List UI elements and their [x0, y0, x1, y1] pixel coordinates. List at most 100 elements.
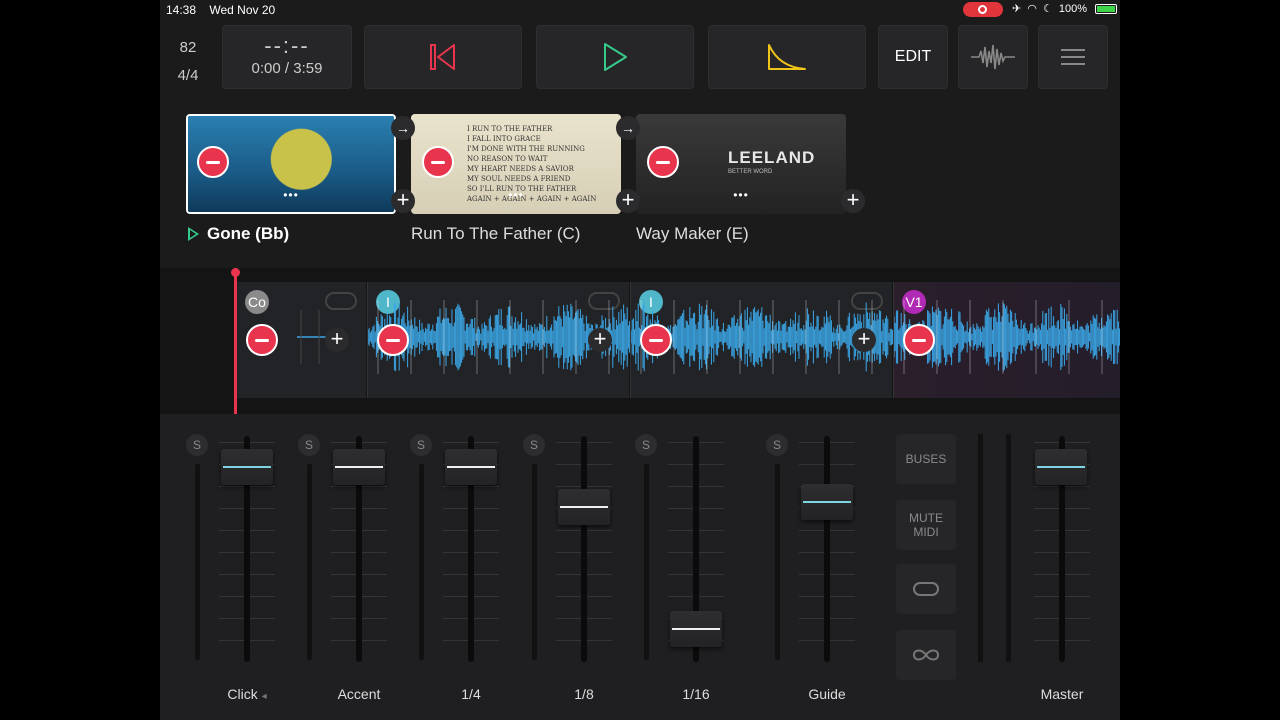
channel-arrow-icon[interactable]: ◂	[262, 691, 267, 702]
mute-midi-label: MUTE MIDI	[909, 511, 943, 539]
master-fader[interactable]	[1035, 449, 1087, 486]
edit-button[interactable]: EDIT	[878, 25, 948, 89]
status-time: 14:38	[166, 3, 197, 17]
add-song-button[interactable]: +	[841, 189, 865, 213]
remove-song-button[interactable]	[647, 146, 679, 178]
skip-back-icon	[430, 44, 455, 70]
mixer-channel: S Guide	[766, 414, 882, 720]
volume-fader[interactable]	[221, 449, 273, 486]
level-meter	[419, 464, 424, 660]
fade-out-button[interactable]	[708, 25, 866, 89]
channel-label: Accent	[337, 686, 381, 702]
level-meter	[644, 464, 649, 660]
level-meter	[307, 464, 312, 660]
add-song-button[interactable]: +	[616, 189, 640, 213]
more-options-icon[interactable]: •••	[726, 188, 756, 202]
master-label: Master	[1040, 686, 1084, 702]
fade-curve-icon	[768, 44, 806, 70]
remove-section-button[interactable]	[377, 324, 409, 356]
mixer-channel: S Click ◂	[186, 414, 302, 720]
status-bar: 14:38 Wed Nov 20 ✈ ◠ ☾ 100%	[160, 0, 1120, 18]
solo-button[interactable]: S	[410, 434, 432, 456]
screen-recording-icon	[963, 2, 1003, 17]
level-meter	[195, 464, 200, 660]
channel-label: Guide	[808, 686, 846, 702]
wifi-icon: ◠	[1027, 3, 1037, 15]
app-window: 14:38 Wed Nov 20 ✈ ◠ ☾ 100% 82 4/4 --:--…	[160, 0, 1120, 720]
buses-label: BUSES	[905, 452, 947, 466]
add-section-button[interactable]: +	[588, 328, 612, 352]
mixer-channel: S 1/4	[410, 414, 526, 720]
fader-track	[581, 436, 587, 662]
album-title-text: BETTER WORD	[728, 169, 773, 175]
airplane-icon: ✈	[1012, 3, 1022, 15]
volume-fader[interactable]	[445, 449, 497, 486]
status-icons: ✈ ◠ ☾ 100%	[1012, 2, 1120, 15]
remove-section-button[interactable]	[640, 324, 672, 356]
remove-section-button[interactable]	[246, 324, 278, 356]
solo-button[interactable]: S	[635, 434, 657, 456]
remove-song-button[interactable]	[422, 146, 454, 178]
song-title[interactable]: Way Maker (E)	[636, 224, 749, 244]
solo-button[interactable]: S	[523, 434, 545, 456]
song-title[interactable]: Gone (Bb)	[207, 224, 289, 244]
mixer-panel: S Click ◂ S Accent S 1/4 S 1/8 S 1/16 S Guide BUSES…	[160, 414, 1120, 720]
play-button[interactable]	[536, 25, 694, 89]
level-meter	[775, 464, 780, 660]
master-channel: Master	[1007, 414, 1117, 720]
mute-midi-button[interactable]: MUTE MIDI	[896, 500, 956, 550]
moon-icon: ☾	[1042, 3, 1053, 15]
mixer-channel: S 1/8	[523, 414, 639, 720]
volume-fader[interactable]	[801, 483, 853, 520]
more-options-icon[interactable]: •••	[501, 188, 531, 202]
hamburger-menu-icon	[1061, 49, 1085, 65]
song-title[interactable]: Run To The Father (C)	[411, 224, 580, 244]
transition-arrow-icon[interactable]: →	[391, 116, 415, 140]
volume-fader[interactable]	[670, 610, 722, 647]
level-meter	[532, 464, 537, 660]
fader-track	[824, 436, 830, 662]
channel-label: 1/4	[461, 686, 481, 702]
play-icon	[604, 43, 627, 71]
playhead[interactable]	[231, 268, 240, 414]
infinity-loop-icon	[912, 649, 940, 661]
battery-icon	[1095, 4, 1118, 15]
channel-label: 1/16	[682, 686, 710, 702]
previous-button[interactable]	[364, 25, 522, 89]
mixer-channel: S 1/16	[635, 414, 751, 720]
waveform-button[interactable]	[958, 25, 1028, 89]
status-date: Wed Nov 20	[209, 3, 276, 17]
menu-button[interactable]	[1038, 25, 1108, 89]
remove-section-button[interactable]	[903, 324, 935, 356]
bpm-value: 82	[179, 39, 197, 56]
volume-fader[interactable]	[333, 449, 385, 486]
tempo-display[interactable]: 82 4/4	[170, 34, 206, 90]
time-display: --:-- 0:00 / 3:59	[222, 25, 352, 89]
album-artist-text: LEELAND	[728, 148, 816, 167]
solo-button[interactable]: S	[298, 434, 320, 456]
more-options-icon[interactable]: •••	[276, 188, 306, 202]
arrangement-timeline[interactable]: Co I I V1 + + +	[160, 268, 1120, 414]
solo-button[interactable]: S	[186, 434, 208, 456]
volume-fader[interactable]	[558, 489, 610, 526]
add-section-button[interactable]: +	[852, 328, 876, 352]
remove-song-button[interactable]	[197, 146, 229, 178]
link-icon	[913, 582, 939, 596]
solo-button[interactable]: S	[766, 434, 788, 456]
mixer-channel: S Accent	[298, 414, 414, 720]
link-button[interactable]	[896, 564, 956, 614]
now-playing-icon	[188, 227, 199, 241]
transition-arrow-icon[interactable]: →	[616, 116, 640, 140]
countdown-display: --:--	[264, 33, 310, 58]
battery-percent: 100%	[1058, 3, 1088, 15]
add-song-button[interactable]: +	[391, 189, 415, 213]
waveform-icon	[971, 44, 1015, 70]
channel-label: Click ◂	[227, 686, 267, 702]
add-section-button[interactable]: +	[325, 328, 349, 352]
master-meter-left	[978, 434, 983, 662]
position-display: 0:00 / 3:59	[251, 60, 323, 77]
edit-label: EDIT	[894, 48, 932, 65]
handwritten-lyrics: I RUN TO THE FATHER I FALL INTO GRACE I'…	[467, 125, 597, 203]
loop-button[interactable]	[896, 630, 956, 680]
buses-button[interactable]: BUSES	[896, 434, 956, 484]
